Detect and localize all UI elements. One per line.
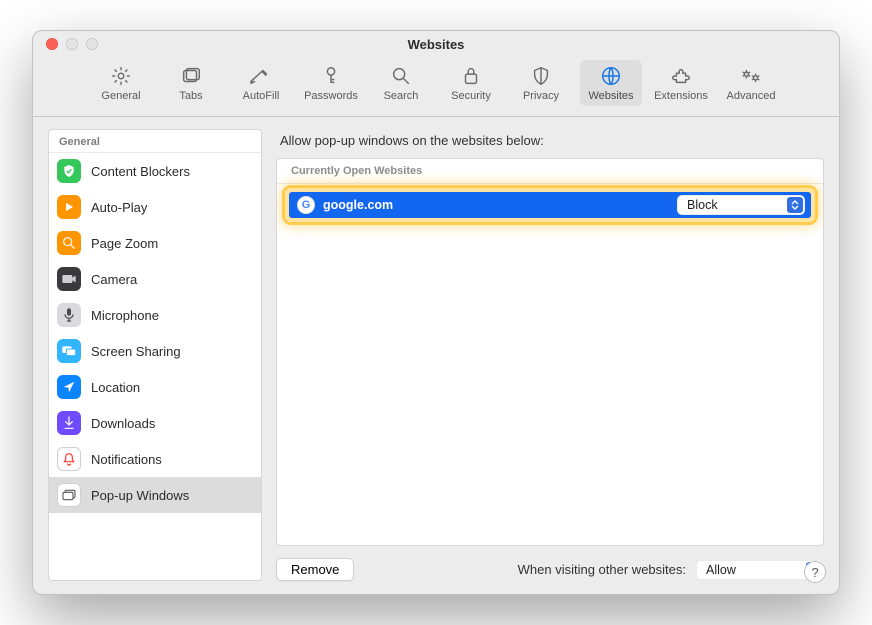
toolbar-tab-passwords[interactable]: Passwords xyxy=(300,60,362,106)
toolbar-tab-label: Passwords xyxy=(304,90,358,102)
instruction-text: Allow pop-up windows on the websites bel… xyxy=(280,133,824,148)
toolbar-tab-search[interactable]: Search xyxy=(370,60,432,106)
zoom-window-button[interactable] xyxy=(86,38,98,50)
toolbar-tab-privacy[interactable]: Privacy xyxy=(510,60,572,106)
table-header: Currently Open Websites xyxy=(277,159,823,184)
toolbar-tab-label: Tabs xyxy=(179,90,202,102)
toolbar-tab-autofill[interactable]: AutoFill xyxy=(230,60,292,106)
sidebar-item-notifications[interactable]: Notifications xyxy=(49,441,261,477)
page-zoom-icon xyxy=(57,231,81,255)
toolbar-tab-extensions[interactable]: Extensions xyxy=(650,60,712,106)
sidebar-item-page-zoom[interactable]: Page Zoom xyxy=(49,225,261,261)
sidebar-item-content-blockers[interactable]: Content Blockers xyxy=(49,153,261,189)
window-controls xyxy=(32,38,98,50)
titlebar: Websites xyxy=(32,30,840,58)
location-icon xyxy=(57,375,81,399)
preferences-body: General Content Blockers Auto-Play Page … xyxy=(32,117,840,595)
sidebar-item-autoplay[interactable]: Auto-Play xyxy=(49,189,261,225)
panel-footer: Remove When visiting other websites: All… xyxy=(276,558,824,581)
preferences-window: Websites General Tabs AutoFill Passwords… xyxy=(32,30,840,595)
sidebar-item-camera[interactable]: Camera xyxy=(49,261,261,297)
toolbar-tab-label: General xyxy=(101,90,140,102)
passwords-icon xyxy=(321,66,341,86)
toolbar-tab-label: Advanced xyxy=(727,90,776,102)
sidebar-item-label: Pop-up Windows xyxy=(91,488,189,503)
preferences-toolbar: General Tabs AutoFill Passwords Search S… xyxy=(32,58,840,117)
other-websites-label: When visiting other websites: xyxy=(518,562,686,577)
sidebar-item-location[interactable]: Location xyxy=(49,369,261,405)
downloads-icon xyxy=(57,411,81,435)
screen-sharing-icon xyxy=(57,339,81,363)
toolbar-tab-label: AutoFill xyxy=(243,90,280,102)
security-icon xyxy=(461,66,481,86)
highlighted-row-wrap: G google.com Block xyxy=(285,188,815,222)
general-icon xyxy=(110,66,132,86)
extensions-icon xyxy=(670,66,692,86)
sidebar-item-label: Camera xyxy=(91,272,137,287)
autofill-icon xyxy=(249,66,273,86)
website-name: google.com xyxy=(323,198,669,212)
websites-icon xyxy=(600,66,622,86)
toolbar-tab-advanced[interactable]: Advanced xyxy=(720,60,782,106)
sidebar-item-downloads[interactable]: Downloads xyxy=(49,405,261,441)
notifications-icon xyxy=(57,447,81,471)
sidebar-item-label: Content Blockers xyxy=(91,164,190,179)
sidebar-item-label: Downloads xyxy=(91,416,155,431)
toolbar-tab-label: Search xyxy=(384,90,419,102)
sidebar-item-microphone[interactable]: Microphone xyxy=(49,297,261,333)
toolbar-tab-label: Websites xyxy=(588,90,633,102)
privacy-icon xyxy=(530,66,552,86)
sidebar-item-label: Screen Sharing xyxy=(91,344,181,359)
search-icon xyxy=(390,66,412,86)
toolbar-tab-security[interactable]: Security xyxy=(440,60,502,106)
websites-detail-panel: Allow pop-up windows on the websites bel… xyxy=(276,129,824,581)
window-title: Websites xyxy=(32,37,840,52)
google-favicon-icon: G xyxy=(297,196,315,214)
toolbar-tab-label: Privacy xyxy=(523,90,559,102)
sidebar-item-label: Location xyxy=(91,380,140,395)
sidebar-item-label: Page Zoom xyxy=(91,236,158,251)
camera-icon xyxy=(57,267,81,291)
sidebar-section-header: General xyxy=(49,130,261,153)
microphone-icon xyxy=(57,303,81,327)
help-button[interactable]: ? xyxy=(804,561,826,583)
close-window-button[interactable] xyxy=(46,38,58,50)
advanced-icon xyxy=(739,66,763,86)
toolbar-tab-general[interactable]: General xyxy=(90,60,152,106)
sidebar-item-screen-sharing[interactable]: Screen Sharing xyxy=(49,333,261,369)
row-permission-select-wrap: Block xyxy=(677,195,805,215)
toolbar-tab-websites[interactable]: Websites xyxy=(580,60,642,106)
sidebar-item-label: Auto-Play xyxy=(91,200,147,215)
websites-table: Currently Open Websites G google.com Blo… xyxy=(276,158,824,546)
tabs-icon xyxy=(180,66,202,86)
toolbar-tab-label: Security xyxy=(451,90,491,102)
sidebar-item-label: Notifications xyxy=(91,452,162,467)
minimize-window-button[interactable] xyxy=(66,38,78,50)
popups-icon xyxy=(57,483,81,507)
toolbar-tab-tabs[interactable]: Tabs xyxy=(160,60,222,106)
remove-button[interactable]: Remove xyxy=(276,558,354,581)
content-blockers-icon xyxy=(57,159,81,183)
toolbar-tab-label: Extensions xyxy=(654,90,708,102)
autoplay-icon xyxy=(57,195,81,219)
sidebar-item-label: Microphone xyxy=(91,308,159,323)
sidebar-item-popups[interactable]: Pop-up Windows xyxy=(49,477,261,513)
website-row[interactable]: G google.com Block xyxy=(289,192,811,218)
row-permission-select[interactable]: Block xyxy=(677,195,805,215)
websites-category-sidebar: General Content Blockers Auto-Play Page … xyxy=(48,129,262,581)
